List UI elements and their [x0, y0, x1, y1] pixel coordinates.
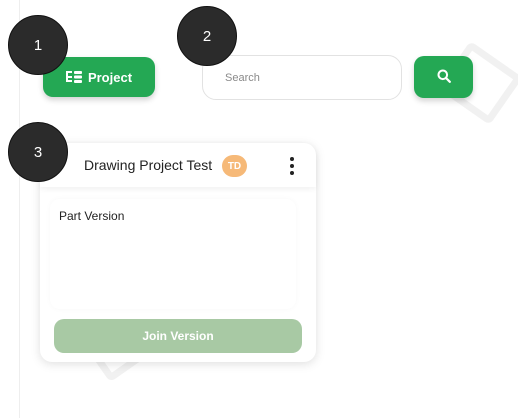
search-input[interactable]	[202, 55, 402, 100]
step-marker-2: 2	[177, 6, 237, 66]
project-tree-icon	[65, 70, 82, 84]
avatar: TD	[222, 155, 247, 177]
project-card-header: Drawing Project Test TD	[40, 143, 316, 187]
step-marker-1: 1	[8, 15, 68, 75]
kebab-menu-icon[interactable]	[284, 155, 300, 177]
step-marker-3: 3	[8, 122, 68, 182]
project-button-label: Project	[87, 69, 133, 85]
project-title: Drawing Project Test	[84, 157, 213, 173]
search-button[interactable]	[414, 56, 473, 98]
part-version-panel: Part Version	[50, 199, 296, 309]
part-version-label: Part Version	[59, 209, 125, 223]
project-card[interactable]: Drawing Project Test TD Part Version Joi…	[40, 143, 316, 362]
join-version-button[interactable]: Join Version	[54, 319, 302, 353]
search-icon	[437, 69, 451, 86]
